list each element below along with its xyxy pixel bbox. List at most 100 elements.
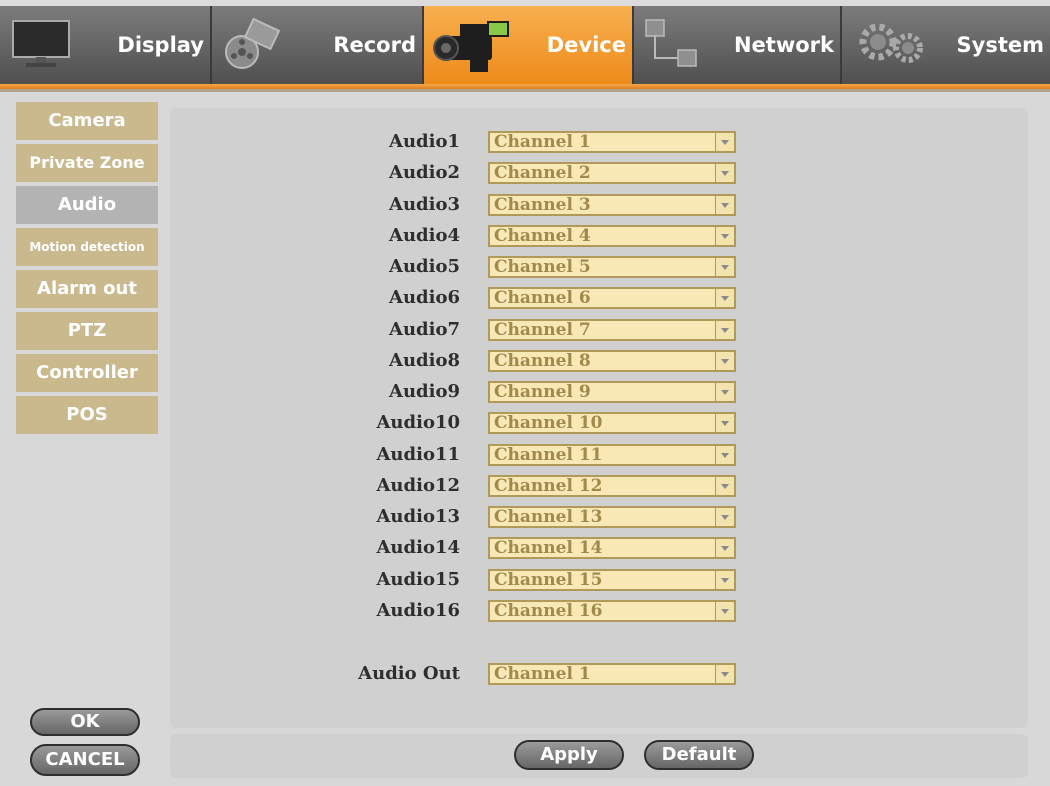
sidebar-item-camera[interactable]: Camera [16,102,158,140]
audio-input-label: Audio3 [388,193,460,215]
ok-button[interactable]: OK [30,708,140,736]
cancel-button[interactable]: CANCEL [30,744,140,776]
audio-channel-select[interactable]: Channel 10 [488,412,736,435]
chevron-down-icon[interactable] [715,133,734,151]
audio-channel-select[interactable]: Channel 7 [488,318,736,341]
chevron-down-icon[interactable] [715,164,734,183]
selected-channel: Channel 1 [494,664,591,684]
audio-channel-select[interactable]: Channel 12 [488,474,736,497]
audio-row: Audio7 Channel 7 [170,318,1028,342]
gears-icon [856,18,928,74]
audio-input-label: Audio5 [388,256,460,277]
audio-row: Audio5 Channel 5 [170,255,1028,279]
selected-channel: Channel 11 [494,444,603,465]
audio-channel-select[interactable]: Channel 6 [488,287,736,310]
audio-row: Audio15 Channel 15 [170,568,1028,592]
audio-row: Audio6 Channel 6 [170,286,1028,310]
tab-system[interactable]: System [842,6,1050,84]
audio-channel-select[interactable]: Channel 3 [488,193,736,216]
audio-out-row: Audio Out Channel 1 [170,662,1028,686]
chevron-down-icon[interactable] [715,414,734,433]
apply-button[interactable]: Apply [514,740,624,770]
selected-channel: Channel 14 [494,538,603,559]
audio-input-label: Audio10 [376,412,460,434]
chevron-down-icon[interactable] [715,289,734,308]
audio-channel-select[interactable]: Channel 16 [488,599,736,622]
selected-channel: Channel 4 [494,225,591,246]
tab-underline-shadow [0,89,1050,92]
tab-record[interactable]: Record [212,6,424,84]
audio-row: Audio11 Channel 11 [170,443,1028,467]
audio-out-label: Audio Out [358,663,460,684]
selected-channel: Channel 3 [494,194,591,215]
chevron-down-icon[interactable] [715,665,734,683]
sidebar-item-motion-detection[interactable]: Motion detection [16,228,158,266]
audio-channel-select[interactable]: Channel 13 [488,506,736,528]
audio-channel-select[interactable]: Channel 9 [488,381,736,403]
audio-settings-panel: Audio1 Channel 1 Audio2 Channel 2 Audio3 Chan… [170,108,1028,728]
audio-row: Audio9 Channel 9 [170,380,1028,404]
audio-input-label: Audio13 [376,506,460,527]
audio-input-label: Audio6 [388,287,460,309]
selected-channel: Channel 7 [494,319,591,340]
audio-channel-select[interactable]: Channel 1 [488,131,736,153]
sidebar-item-audio[interactable]: Audio [16,186,158,224]
selected-channel: Channel 1 [494,132,591,152]
sidebar-item-private-zone[interactable]: Private Zone [16,144,158,182]
chevron-down-icon[interactable] [715,226,734,245]
audio-out-select[interactable]: Channel 1 [488,663,736,685]
chevron-down-icon[interactable] [715,258,734,276]
audio-row: Audio12 Channel 12 [170,474,1028,498]
chevron-down-icon[interactable] [715,320,734,339]
bottom-action-bar: Apply Default [170,734,1028,778]
audio-channel-select[interactable]: Channel 4 [488,224,736,247]
audio-row: Audio14 Channel 14 [170,536,1028,560]
chevron-down-icon[interactable] [715,508,734,526]
chevron-down-icon[interactable] [715,570,734,589]
tab-device[interactable]: Device [424,6,634,84]
tab-network[interactable]: Network [634,6,842,84]
audio-channel-select[interactable]: Channel 15 [488,568,736,591]
audio-input-label: Audio11 [376,443,460,465]
selected-channel: Channel 6 [494,288,591,309]
chevron-down-icon[interactable] [715,383,734,401]
selected-channel: Channel 12 [494,475,603,496]
sidebar-item-alarm-out[interactable]: Alarm out [16,270,158,308]
sidebar-item-ptz[interactable]: PTZ [16,312,158,350]
chevron-down-icon[interactable] [715,195,734,214]
audio-channel-select[interactable]: Channel 2 [488,162,736,185]
audio-input-label: Audio9 [388,381,460,402]
chevron-down-icon[interactable] [715,476,734,495]
audio-row: Audio10 Channel 10 [170,411,1028,435]
chevron-down-icon[interactable] [715,601,734,620]
selected-channel: Channel 5 [494,257,591,277]
audio-input-label: Audio7 [388,318,460,340]
audio-channel-select[interactable]: Channel 8 [488,349,736,372]
audio-channel-select[interactable]: Channel 14 [488,537,736,560]
audio-row: Audio4 Channel 4 [170,224,1028,248]
audio-input-label: Audio15 [376,568,460,590]
chevron-down-icon[interactable] [715,445,734,464]
selected-channel: Channel 15 [494,569,603,590]
audio-channel-select[interactable]: Channel 11 [488,443,736,466]
selected-channel: Channel 2 [494,163,591,184]
selected-channel: Channel 8 [494,350,591,371]
app-window: Display Record Device Network System Cam… [0,0,1050,786]
camcorder-icon [430,14,514,82]
selected-channel: Channel 13 [494,507,603,527]
selected-channel: Channel 16 [494,600,603,621]
audio-input-label: Audio2 [388,162,460,184]
sidebar-item-controller[interactable]: Controller [16,354,158,392]
default-button[interactable]: Default [644,740,754,770]
chevron-down-icon[interactable] [715,351,734,370]
audio-input-label: Audio14 [376,537,460,559]
chevron-down-icon[interactable] [715,539,734,558]
selected-channel: Channel 10 [494,413,603,434]
network-icon [642,18,706,76]
tab-display[interactable]: Display [0,6,212,84]
sidebar-item-pos[interactable]: POS [16,396,158,434]
audio-row: Audio3 Channel 3 [170,193,1028,217]
audio-input-label: Audio4 [388,224,460,246]
audio-row: Audio16 Channel 16 [170,599,1028,623]
audio-channel-select[interactable]: Channel 5 [488,256,736,278]
